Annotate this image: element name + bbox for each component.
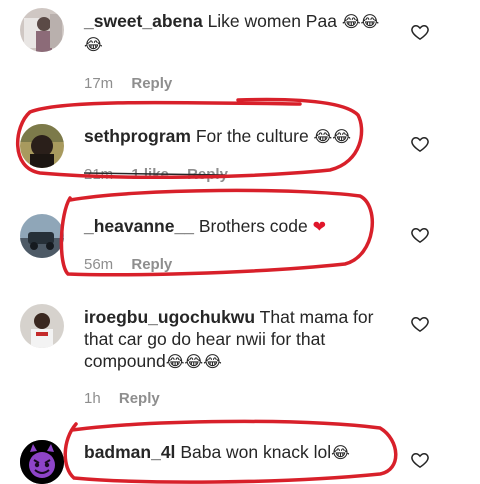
heart-icon[interactable] — [410, 225, 430, 245]
comment-meta: 21m 1 like Reply — [84, 166, 228, 183]
heart-icon[interactable] — [410, 314, 430, 334]
comment-meta: 17m Reply — [84, 75, 172, 92]
avatar[interactable] — [20, 124, 64, 168]
comment-text: badman_4l Baba won knack lol😂 — [84, 441, 384, 464]
comment-time: 21m — [84, 166, 114, 183]
comment-message: Baba won knack lol — [180, 442, 332, 462]
emoji-text: 😂😂😂 — [165, 352, 222, 371]
markup-layer — [16, 97, 398, 484]
comment-message: For the culture — [195, 126, 309, 146]
heart-icon[interactable] — [410, 134, 430, 154]
emoji-text: 😂😂 — [313, 127, 351, 146]
comment-time: 56m — [84, 256, 114, 273]
avatar[interactable] — [20, 304, 64, 348]
comment-message: Like women Paa — [207, 11, 337, 31]
comment-meta: 56m Reply — [84, 256, 172, 273]
comment-text: iroegbu_ugochukwu That mama for that car… — [84, 306, 384, 373]
comment-username[interactable]: _heavanne__ — [84, 216, 194, 236]
avatar[interactable] — [20, 8, 64, 52]
comment-time: 1h — [84, 390, 101, 407]
comment-meta: 1h Reply — [84, 390, 160, 407]
heart-emoji: ❤ — [312, 217, 327, 236]
emoji-text: 😂 — [331, 443, 350, 462]
reply-button[interactable]: Reply — [131, 256, 172, 273]
heart-icon[interactable] — [410, 450, 430, 470]
comment-username[interactable]: _sweet_abena — [84, 11, 203, 31]
comment-username[interactable]: iroegbu_ugochukwu — [84, 307, 255, 327]
avatar[interactable] — [20, 214, 64, 258]
like-count[interactable]: 1 like — [131, 166, 169, 183]
comment-text: _sweet_abena Like women Paa 😂😂😂 — [84, 10, 384, 56]
comment-username[interactable]: badman_4l — [84, 442, 175, 462]
comment-message: Brothers code — [198, 216, 308, 236]
reply-button[interactable]: Reply — [187, 166, 228, 183]
comment-text: _heavanne__ Brothers code ❤ — [84, 215, 384, 238]
heart-icon[interactable] — [410, 22, 430, 42]
reply-button[interactable]: Reply — [131, 75, 172, 92]
comment-username[interactable]: sethprogram — [84, 126, 191, 146]
avatar[interactable] — [20, 440, 64, 484]
comment-text: sethprogram For the culture 😂😂 — [84, 125, 384, 148]
devil-emoji-icon — [20, 440, 64, 484]
comment-time: 17m — [84, 75, 114, 92]
reply-button[interactable]: Reply — [119, 390, 160, 407]
